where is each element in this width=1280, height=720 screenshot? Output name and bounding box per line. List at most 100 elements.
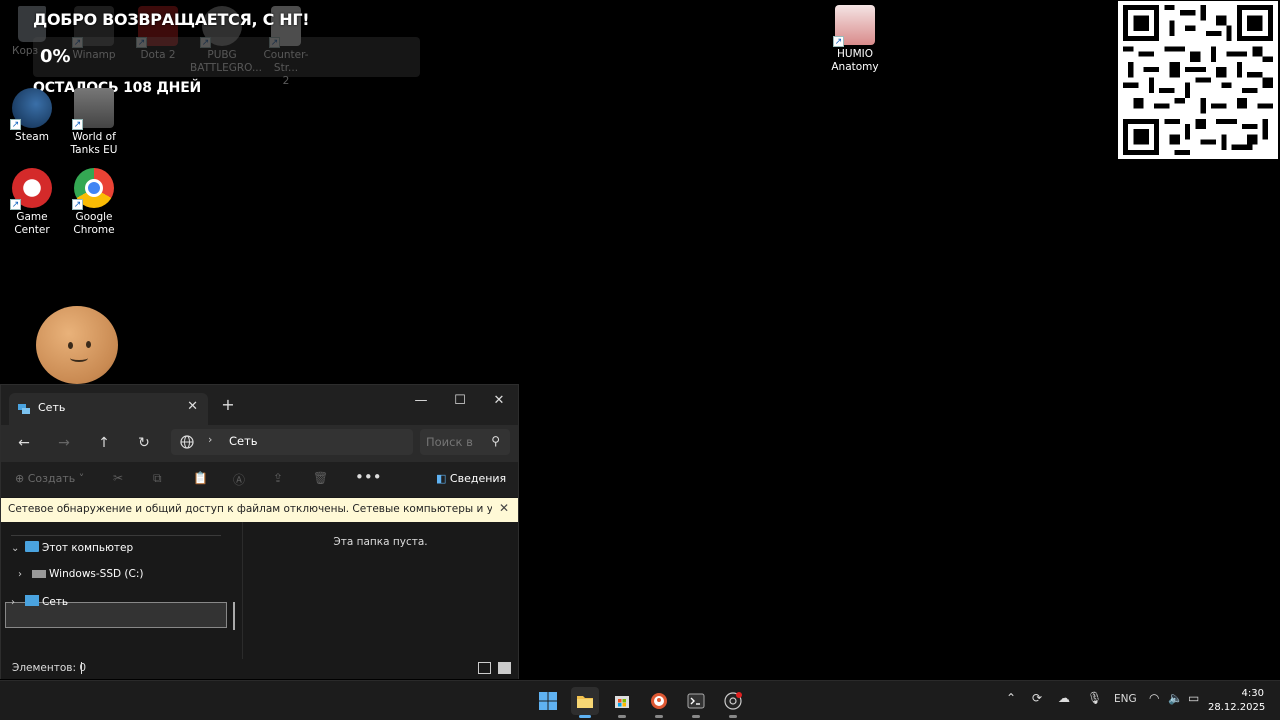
chevron-down-icon: ⌄: [11, 543, 20, 554]
more-options-icon[interactable]: •••: [355, 468, 382, 486]
nav-item-this-pc[interactable]: ⌄ Этот компьютер: [11, 541, 133, 554]
obs-icon: [724, 692, 742, 710]
search-input[interactable]: [426, 433, 484, 451]
tab-title: Сеть: [38, 401, 66, 414]
clock-time: 4:30: [1241, 688, 1264, 699]
countdown-widget-panel: [33, 37, 420, 77]
tab-network[interactable]: Сеть ✕: [9, 393, 208, 425]
battery-icon[interactable]: ▭: [1188, 691, 1199, 705]
show-hidden-icons-chevron-up-icon[interactable]: ⌃: [1006, 691, 1016, 705]
taskbar-obs[interactable]: [719, 687, 747, 718]
store-icon: [615, 696, 629, 708]
terminal-icon: [687, 693, 705, 709]
world-of-tanks-icon: ↗: [72, 88, 114, 130]
network-icon: [18, 404, 30, 414]
details-pane-icon: ◧: [436, 472, 447, 485]
desktop-icon-steam[interactable]: ↗ Steam: [0, 88, 64, 144]
desktop-icon-world-of-tanks[interactable]: ↗ World of Tanks EU: [62, 88, 126, 157]
address-bar[interactable]: › Сеть: [171, 429, 413, 455]
navigation-bar: ← → ↑ ↻ › Сеть ⚲: [1, 425, 518, 461]
smiley-mouth: [70, 354, 88, 362]
create-new-button[interactable]: ⊕ Создать ˅: [15, 472, 84, 485]
item-count: Элементов: 0: [12, 662, 87, 674]
tiles-view-icon[interactable]: [498, 662, 511, 674]
command-bar: ⊕ Создать ˅ ✂ ⧉ 📋 Ⓐ ⇪ 🗑 ••• ◧ Сведения: [1, 461, 518, 497]
nav-item-network[interactable]: › Сеть: [11, 595, 68, 608]
shortcut-arrow-icon: ↗: [833, 36, 844, 47]
forward-button[interactable]: →: [50, 430, 78, 456]
details-view-icon[interactable]: [478, 662, 491, 674]
file-list-area[interactable]: Эта папка пуста.: [243, 522, 518, 659]
nav-item-drive-c[interactable]: › Windows-SSD (C:): [18, 568, 143, 580]
minimize-button[interactable]: —: [403, 389, 439, 413]
up-button[interactable]: ↑: [90, 430, 118, 456]
desktop-icon-google-chrome[interactable]: ↗ Google Chrome: [62, 168, 126, 237]
chrome-icon: ↗: [72, 168, 114, 210]
smiley-eye-right: [86, 341, 91, 348]
rename-icon[interactable]: Ⓐ: [233, 471, 245, 488]
tab-bar: Сеть ✕ + — ☐ ✕: [1, 385, 518, 425]
globe-icon: [180, 435, 194, 449]
taskbar-duckduckgo[interactable]: [645, 687, 673, 718]
share-icon[interactable]: ⇪: [273, 471, 283, 485]
computer-icon: [25, 541, 39, 552]
new-tab-button[interactable]: +: [219, 395, 237, 414]
empty-folder-message: Эта папка пуста.: [333, 536, 428, 548]
steam-icon: ↗: [10, 88, 52, 130]
paste-icon[interactable]: 📋: [193, 471, 208, 485]
start-button[interactable]: [534, 687, 562, 715]
active-indicator: [579, 715, 591, 718]
details-pane-label: Сведения: [449, 472, 507, 485]
speaker-icon[interactable]: 🔈: [1168, 691, 1183, 705]
language-indicator[interactable]: ENG: [1114, 693, 1137, 705]
cut-icon[interactable]: ✂: [113, 471, 123, 485]
network-discovery-banner[interactable]: Сетевое обнаружение и общий доступ к фай…: [1, 498, 518, 522]
shortcut-arrow-icon: ↗: [72, 199, 83, 210]
sync-icon[interactable]: ⟳: [1032, 691, 1042, 705]
running-indicator: [618, 715, 626, 718]
clock-date: 28.12.2025: [1208, 702, 1266, 713]
qr-code-widget: [1118, 1, 1278, 159]
nav-scrollbar[interactable]: [233, 602, 235, 630]
windows-logo-icon: [539, 692, 557, 710]
close-window-button[interactable]: ✕: [481, 389, 517, 413]
tab-close-icon[interactable]: ✕: [187, 399, 198, 414]
chevron-right-icon: ›: [11, 597, 15, 608]
desktop-icon-label: World of: [72, 131, 116, 143]
desktop-icon-label: Steam: [15, 131, 49, 143]
game-center-icon: ↗: [10, 168, 52, 210]
nav-item-label: Windows-SSD (C:): [49, 568, 144, 580]
taskbar-microsoft-store[interactable]: [608, 687, 636, 718]
back-button[interactable]: ←: [10, 430, 38, 456]
details-pane-button[interactable]: ◧ Сведения: [436, 472, 506, 485]
desktop-icon-label: Google: [75, 211, 113, 223]
taskbar-file-explorer[interactable]: [571, 687, 599, 718]
nav-divider: [11, 535, 221, 536]
search-box[interactable]: ⚲: [420, 429, 510, 455]
copy-icon[interactable]: ⧉: [153, 471, 162, 486]
maximize-button[interactable]: ☐: [442, 389, 478, 413]
breadcrumb-location[interactable]: Сеть: [229, 434, 258, 448]
file-explorer-window: Сеть ✕ + — ☐ ✕ ← → ↑ ↻ › Сеть ⚲ ⊕ Создат…: [0, 384, 519, 679]
banner-close-icon[interactable]: ✕: [499, 501, 509, 515]
desktop-icon-label: Tanks EU: [70, 144, 118, 156]
microphone-icon[interactable]: 🎙: [1087, 691, 1102, 705]
delete-icon[interactable]: 🗑: [313, 471, 328, 485]
refresh-button[interactable]: ↻: [130, 430, 158, 456]
clock[interactable]: 4:30 28.12.2025: [1208, 687, 1266, 715]
drive-icon: [32, 570, 46, 578]
running-indicator: [692, 715, 700, 718]
duckduckgo-icon: [651, 693, 667, 709]
countdown-widget-title: ДОБРО ВОЗВРАЩАЕТСЯ, С НГ!: [33, 10, 310, 29]
folder-icon: [577, 696, 593, 708]
status-divider: [81, 662, 82, 674]
wifi-icon[interactable]: ◠: [1149, 691, 1159, 705]
chevron-right-icon: ›: [18, 569, 22, 580]
desktop-icon-label: Anatomy: [831, 61, 879, 73]
desktop-icon-humio-anatomy[interactable]: ↗ HUMIO Anatomy: [823, 5, 887, 74]
qr-code-icon: [1123, 5, 1273, 155]
taskbar-terminal[interactable]: [682, 687, 710, 718]
navigation-pane: ⌄ Этот компьютер › Windows-SSD (C:) › Сеть: [1, 522, 242, 659]
desktop-icon-game-center[interactable]: ↗ Game Center: [0, 168, 64, 237]
onedrive-cloud-icon[interactable]: ☁: [1058, 691, 1070, 705]
